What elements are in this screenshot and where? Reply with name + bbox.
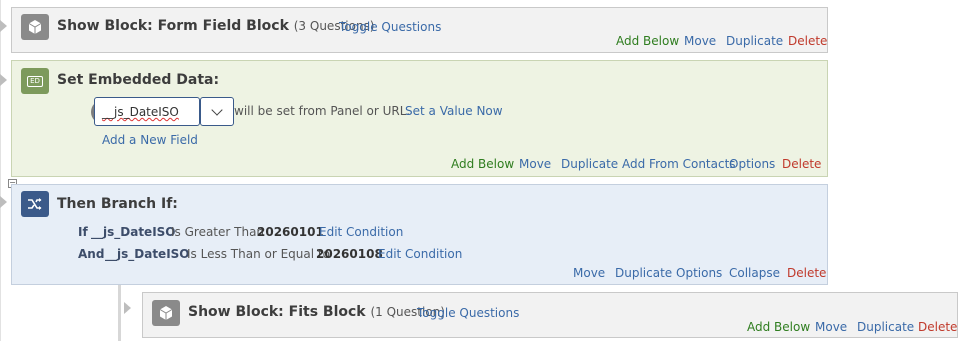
flow-arrow-1 [0,20,7,32]
then-branch-block: Then Branch If: If __js_DateISO Is Great… [11,184,828,285]
delete-button[interactable]: Delete [918,320,957,334]
block-title-text: Show Block: Fits Block [188,304,366,320]
branch-title: Then Branch If: [57,196,178,212]
condition-field: __js_DateISO [105,247,190,261]
condition-field: __js_DateISO [91,225,176,239]
options-button[interactable]: Options [676,266,722,280]
condition-connector: If [78,225,88,239]
duplicate-button[interactable]: Duplicate [561,157,618,171]
branch-icon [21,191,49,217]
add-below-button[interactable]: Add Below [451,157,514,171]
add-below-button[interactable]: Add Below [747,320,810,334]
block-title: Show Block: Form Field Block (3 Question… [57,18,375,34]
embedded-field-value: __js_DateISO [102,105,179,119]
flow-arrow-2 [0,74,7,86]
condition-connector: And [78,247,105,261]
condition-operator: Is Greater Than [171,225,265,239]
embedded-field-input[interactable]: __js_DateISO [94,97,200,126]
field-dropdown-button[interactable] [200,97,234,126]
move-button[interactable]: Move [815,320,847,334]
show-block-form-field: Show Block: Form Field Block (3 Question… [11,7,828,53]
add-from-contacts-button[interactable]: Add From Contacts [622,157,736,171]
set-from-panel-text: will be set from Panel or URL. [234,104,411,118]
flow-line-branch [118,285,121,341]
add-below-button[interactable]: Add Below [616,34,679,48]
move-button[interactable]: Move [573,266,605,280]
chevron-down-icon [211,104,223,116]
embedded-title: Set Embedded Data: [57,72,220,88]
show-block-fits: Show Block: Fits Block (1 Question) Togg… [142,292,958,338]
set-embedded-data-block: ED Set Embedded Data: __js_DateISO will … [11,60,828,177]
condition-operator: Is Less Than or Equal to [187,247,330,261]
move-button[interactable]: Move [684,34,716,48]
embedded-data-icon: ED [21,68,49,94]
edit-condition-link[interactable]: Edit Condition [378,247,462,261]
add-new-field-link[interactable]: Add a New Field [102,133,198,147]
toggle-questions-link[interactable]: Toggle Questions [339,20,441,34]
duplicate-button[interactable]: Duplicate [615,266,672,280]
options-button[interactable]: Options [729,157,775,171]
block-icon [152,300,180,326]
condition-value: 20260108 [316,247,383,261]
duplicate-button[interactable]: Duplicate [726,34,783,48]
delete-button[interactable]: Delete [788,34,827,48]
block-title-text: Show Block: Form Field Block [57,18,289,34]
set-value-now-link[interactable]: Set a Value Now [405,104,503,118]
flow-arrow-branch [124,302,131,314]
move-button[interactable]: Move [519,157,551,171]
toggle-questions-link[interactable]: Toggle Questions [417,306,519,320]
block-title: Show Block: Fits Block (1 Question) [188,304,445,320]
collapse-button[interactable]: Collapse [729,266,780,280]
condition-value: 20260101 [257,225,324,239]
delete-button[interactable]: Delete [787,266,826,280]
flow-arrow-3 [0,196,7,208]
flow-line-left [0,0,1,341]
embedded-data-badge-text: ED [27,75,43,87]
block-icon [21,14,49,40]
delete-button[interactable]: Delete [782,157,821,171]
edit-condition-link[interactable]: Edit Condition [319,225,403,239]
duplicate-button[interactable]: Duplicate [857,320,914,334]
